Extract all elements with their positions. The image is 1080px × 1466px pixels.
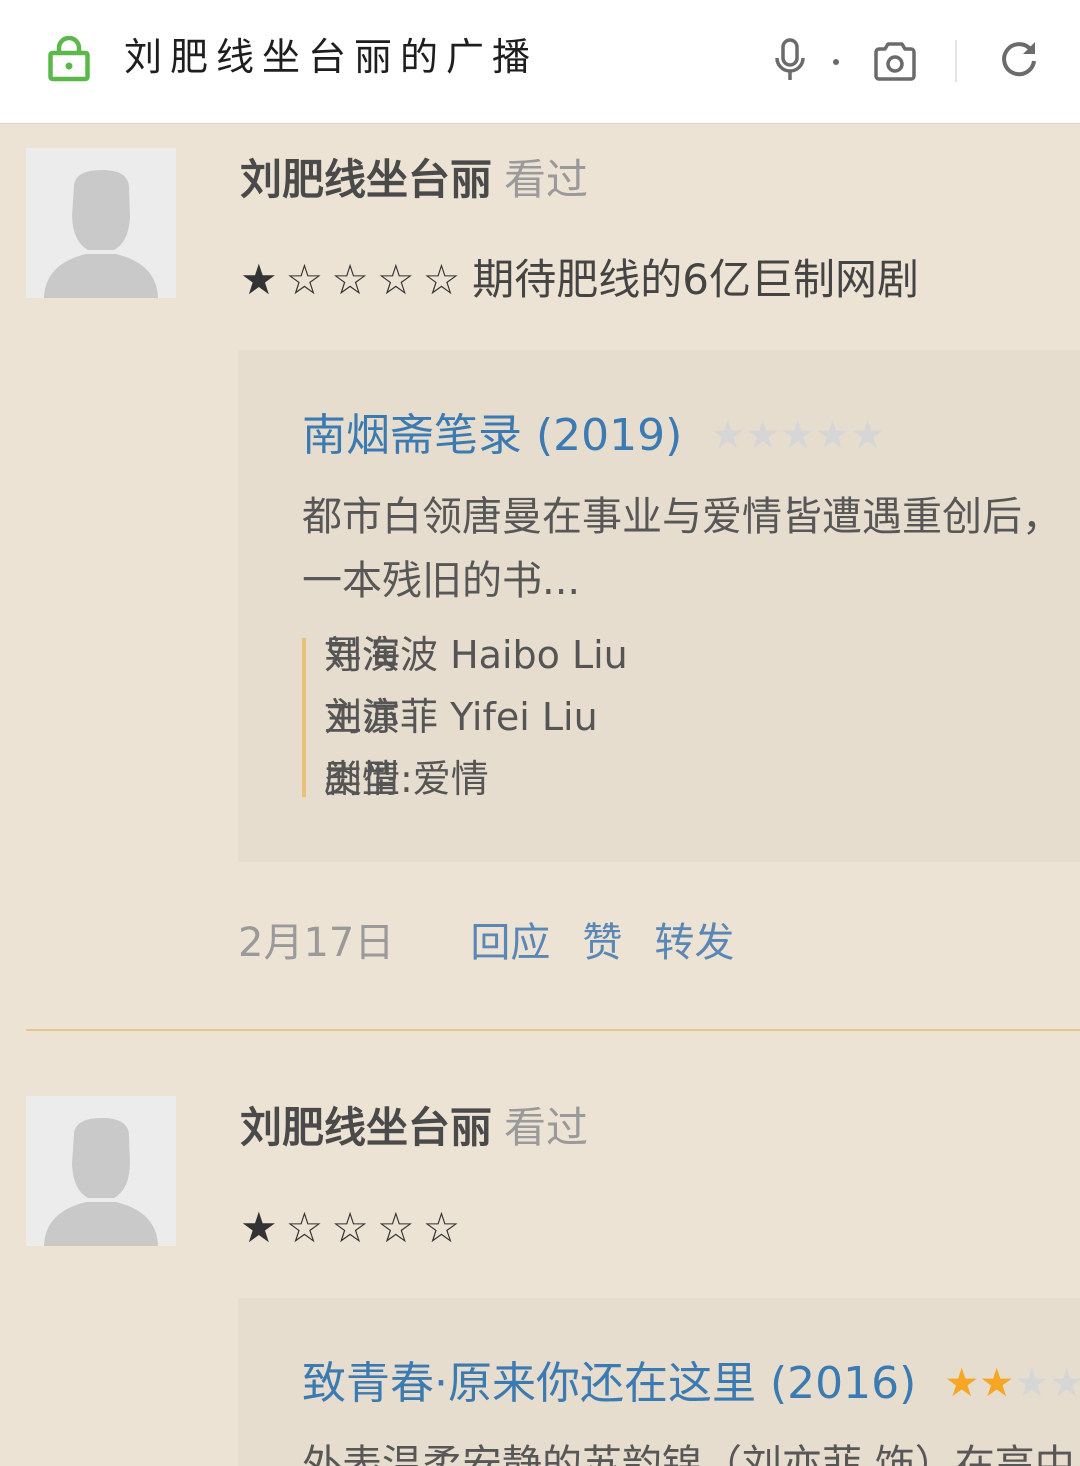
movie-title-link[interactable]: 南烟斋笔录 (2019) [302,404,682,468]
post-date: 2月17日 [238,920,395,966]
activity-type: 看过 [504,155,589,204]
browser-toolbar: 刘肥线坐台丽的广播 [0,0,1080,124]
like-button[interactable]: 赞 [582,920,622,966]
refresh-icon[interactable] [996,37,1042,83]
info-genre: 剧情:爱情 类型 [324,748,1080,810]
user-rating-stars: ★☆☆☆☆ [240,255,469,304]
movie-title-row: 致青春·原来你还在这里 (2016) ★★★★★ [302,1352,1080,1416]
username-link[interactable]: 刘肥线坐台丽 [240,1103,492,1152]
separator-dot [833,59,839,65]
user-comment: 期待肥线的6亿巨制网剧 [472,255,919,304]
description-line: 一本残旧的书... [302,558,581,604]
star-filled-icons: ★★ [944,1361,1015,1406]
feed-item-body: 刘肥线坐台丽看过 ★☆☆☆☆ 致青春·原来你还在这里 (2016) ★★★★★ … [238,1096,1080,1466]
movie-info: 刘海波 Haibo Liu 导演 刘亦菲 Yifei Liu 主演 剧情:爱情 类型 [302,624,1080,810]
username-link[interactable]: 刘肥线坐台丽 [240,155,492,204]
share-button[interactable]: 转发 [654,920,734,966]
screen: 刘肥线坐台丽的广播 刘肥线坐台丽 看过 ★☆☆☆☆期待肥线的6亿巨制网剧 南烟斋… [0,0,1080,1466]
movie-description: 都市白领唐曼在事业与爱情皆遭遇重创后， 一本残旧的书... [302,485,1080,613]
user-rating-line: ★☆☆☆☆ [238,1196,1080,1260]
activity-type: 看过 [504,1103,589,1152]
avatar-silhouette [72,170,130,250]
movie-title-link[interactable]: 致青春·原来你还在这里 (2016) [302,1352,916,1416]
star-empty-icons: ★★★ [1014,1361,1080,1406]
user-avatar[interactable] [26,148,176,298]
address-bar-title[interactable]: 刘肥线坐台丽的广播 [124,27,538,87]
toolbar-divider [955,40,957,82]
feed-item: 刘肥线坐台丽看过 ★☆☆☆☆ 致青春·原来你还在这里 (2016) ★★★★★ … [0,1072,1080,1466]
info-cast: 刘亦菲 Yifei Liu 主演 [324,686,1080,748]
info-label: 导演 [324,633,401,677]
reply-button[interactable]: 回应 [470,920,550,966]
post-header: 刘肥线坐台丽 看过 [238,148,1080,212]
description-line: 外表温柔安静的苏韵锦（刘亦菲 饰）在高中 [302,1442,1075,1466]
post-header: 刘肥线坐台丽 看过 [238,1096,1080,1160]
info-label: 类型 [324,757,401,801]
info-director: 刘海波 Haibo Liu 导演 [324,624,1080,686]
info-label: 主演 [324,695,401,739]
movie-rating-stars: ★★★★★ [944,1352,1080,1416]
description-line: 都市白领唐曼在事业与爱情皆遭遇重创后， [302,494,1062,540]
user-rating-line: ★☆☆☆☆期待肥线的6亿巨制网剧 [238,248,1080,312]
user-avatar[interactable] [26,1096,176,1246]
feed-item: 刘肥线坐台丽 看过 ★☆☆☆☆期待肥线的6亿巨制网剧 南烟斋笔录 (2019) ★… [0,124,1080,1072]
star-empty-icons: ★★★★★ [710,413,886,458]
mic-icon[interactable] [772,38,808,82]
movie-rating-stars: ★★★★★ [710,404,885,468]
movie-description: 外表温柔安静的苏韵锦（刘亦菲 饰）在高中 [302,1433,1080,1466]
camera-icon[interactable] [872,40,918,82]
lock-icon[interactable] [46,36,92,82]
feed-divider [26,1029,1080,1031]
movie-card[interactable]: 致青春·原来你还在这里 (2016) ★★★★★ 外表温柔安静的苏韵锦（刘亦菲 … [238,1298,1080,1466]
movie-title-row: 南烟斋笔录 (2019) ★★★★★ [302,404,1080,468]
avatar-silhouette [72,1118,130,1198]
user-rating-stars: ★☆☆☆☆ [240,1203,469,1252]
feed-item-body: 刘肥线坐台丽 看过 ★☆☆☆☆期待肥线的6亿巨制网剧 南烟斋笔录 (2019) ★… [238,148,1080,975]
post-footer: 2月17日 回应赞转发 [238,911,1080,975]
movie-card[interactable]: 南烟斋笔录 (2019) ★★★★★ 都市白领唐曼在事业与爱情皆遭遇重创后， 一… [238,350,1080,862]
